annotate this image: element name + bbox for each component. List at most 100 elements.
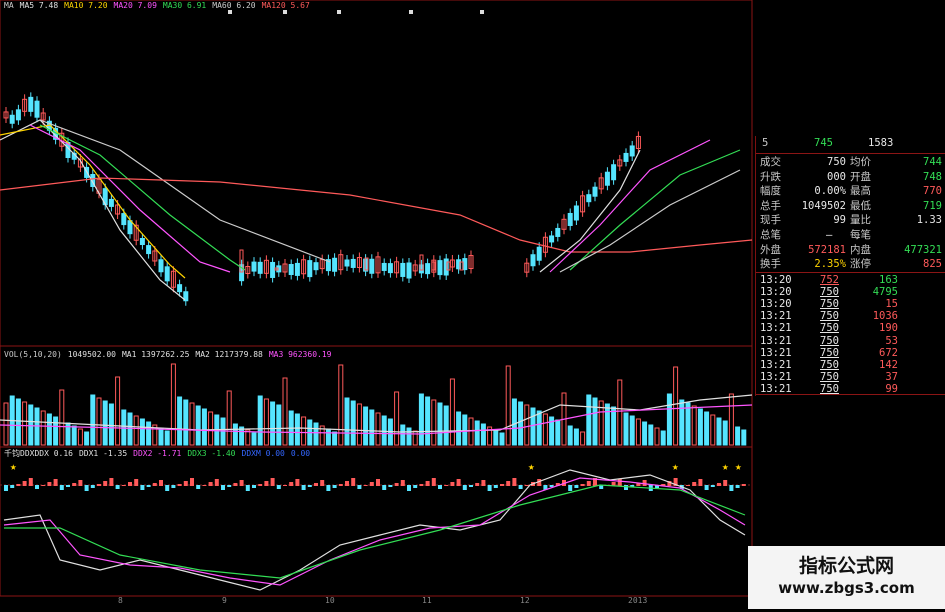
stat-value: 1049502 <box>801 199 846 212</box>
tick-price: 750 <box>820 298 839 311</box>
volume-bar <box>697 408 703 446</box>
tick-row: 13:21 750 53 <box>756 335 944 348</box>
volume-bar <box>201 408 207 446</box>
volume-bar <box>493 429 499 446</box>
ddx-bar <box>165 485 170 491</box>
ddx-bar <box>469 485 473 487</box>
volume-bar <box>40 410 46 446</box>
volume-bar <box>301 416 307 446</box>
marker-dot <box>480 10 484 14</box>
volume-bar <box>710 414 716 446</box>
ddx1-line <box>3 477 746 586</box>
tick-volume: 672 <box>879 346 898 359</box>
ddx-bar <box>196 485 201 489</box>
volume-bar <box>431 399 437 446</box>
ddx-bar <box>506 481 511 486</box>
ddx-bar <box>462 485 467 490</box>
ddx-bar <box>109 478 114 486</box>
kline-chart-area[interactable]: ★ ★ ★ ★ ★ <box>0 0 755 609</box>
volume-bar <box>226 390 232 446</box>
stat-key2: 量比 <box>850 214 871 227</box>
volume-bar <box>183 399 189 446</box>
candle <box>425 263 431 275</box>
vol-legend-item: MA3 962360.19 <box>268 350 332 359</box>
tick-volume: 4795 <box>872 286 898 299</box>
volume-bar <box>282 377 288 446</box>
ma5-line-2 <box>539 149 641 273</box>
quote-panel: 5 745 1583 成交 750 均价 744 升跌 000 开盘 748 幅度 … <box>755 136 945 396</box>
ddx-bar <box>586 481 591 486</box>
candle <box>158 259 164 273</box>
volume-bar <box>53 416 59 446</box>
ma-legend-item: MA60 6.20 <box>212 1 256 10</box>
candle <box>400 262 406 277</box>
ddx-bar <box>698 479 703 486</box>
ddx-bar <box>400 480 405 486</box>
volume-bar <box>555 419 561 446</box>
candle <box>127 220 133 235</box>
volume-bar <box>394 391 400 446</box>
ddx-star: ★ <box>10 460 17 473</box>
ddx-bar <box>493 485 498 488</box>
volume-bar <box>437 402 443 446</box>
date-tick: 8 <box>118 596 123 605</box>
watermark: 指标公式网 www.zbgs3.com <box>748 546 945 609</box>
tick-price: 750 <box>820 346 839 359</box>
ddx-bar <box>345 481 349 486</box>
panel-header-v1: 745 <box>814 137 833 149</box>
candle <box>139 238 145 245</box>
stat-row: 换手 2.35% 涨停 825 <box>756 258 944 271</box>
ddx-bar <box>686 485 690 486</box>
tick-time: 13:20 <box>760 286 792 299</box>
ddx-bar <box>741 484 746 486</box>
ddx-bar <box>47 482 52 486</box>
ddx-bar <box>475 483 480 486</box>
volume-bar <box>77 428 83 446</box>
tick-price: 750 <box>820 310 839 323</box>
ddx-bar <box>369 482 374 486</box>
ddx-bar <box>351 478 356 486</box>
stat-key: 总笔 <box>760 229 781 241</box>
stat-value: 99 <box>833 214 846 227</box>
ddx-bar <box>202 485 207 486</box>
ddx-bar <box>338 484 343 486</box>
stat-key2: 最高 <box>850 185 871 198</box>
candle <box>350 258 356 268</box>
volume-bar <box>629 415 635 446</box>
date-tick: 12 <box>520 596 530 605</box>
ddx-bar <box>307 485 312 487</box>
candle <box>276 265 282 273</box>
ddx-legend-item: DDX3 -1.40 <box>187 449 236 458</box>
tick-volume: 15 <box>885 298 898 311</box>
volume-bar <box>418 393 424 446</box>
volume-bar <box>133 415 139 446</box>
volume-bar <box>406 427 412 446</box>
ddx-bar <box>314 483 318 486</box>
marker-dot <box>337 10 341 14</box>
ddx-bar <box>407 485 411 491</box>
ddx-bar <box>177 484 182 486</box>
tick-time: 13:20 <box>760 274 792 286</box>
candle <box>567 212 573 226</box>
volume-bar <box>685 402 691 446</box>
ddx-bar <box>128 482 132 486</box>
volume-bar <box>592 397 598 446</box>
panel-header-v2: 1583 <box>868 137 894 149</box>
volume-bar <box>741 429 747 446</box>
ddx-star: ★ <box>528 460 535 473</box>
ddx-bar <box>252 485 256 488</box>
volume-bar <box>666 393 672 446</box>
ddx-legend-item: DDX1 -1.35 <box>78 449 128 458</box>
volume-bar <box>518 401 524 446</box>
ddx-bar <box>363 485 368 486</box>
stat-key2: 涨停 <box>850 258 871 271</box>
volume-bar <box>412 430 418 446</box>
volume-bar <box>369 409 375 446</box>
ddx-bar <box>134 479 139 486</box>
candle <box>108 198 114 207</box>
volume-bar <box>84 431 90 446</box>
volume-bar <box>679 399 685 446</box>
volume-bar <box>257 395 263 446</box>
ddx-bar <box>53 479 58 486</box>
volume-bar <box>462 414 468 446</box>
